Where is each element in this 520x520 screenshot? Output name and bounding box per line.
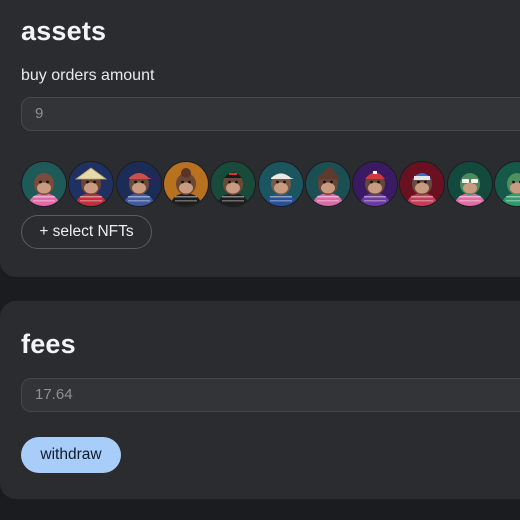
buy-orders-amount-input[interactable]: 9 [21, 97, 520, 131]
ape-nft-icon [21, 161, 67, 207]
ape-nft-icon [210, 161, 257, 207]
fees-card: fees 17.64 withdraw [0, 301, 520, 499]
ape-nft-icon [257, 161, 304, 207]
fees-title: fees [21, 329, 76, 359]
ape-nft-icon [494, 161, 520, 207]
assets-title: assets [21, 16, 107, 46]
selected-nfts-row [21, 161, 520, 207]
ape-nft-icon [162, 161, 209, 207]
assets-card: assets buy orders amount 9 + select NFTs [0, 0, 520, 277]
buy-orders-amount-label: buy orders amount [21, 67, 155, 84]
ape-nft-icon [304, 161, 351, 207]
ape-nft-icon [68, 161, 115, 207]
fees-amount-field[interactable]: 17.64 [21, 378, 520, 412]
ape-nft-icon [446, 161, 493, 207]
ape-nft-icon [115, 161, 162, 207]
select-nfts-button[interactable]: + select NFTs [21, 215, 152, 249]
ape-nft-icon [399, 161, 446, 207]
withdraw-button[interactable]: withdraw [21, 437, 121, 473]
ape-nft-icon [352, 161, 399, 207]
